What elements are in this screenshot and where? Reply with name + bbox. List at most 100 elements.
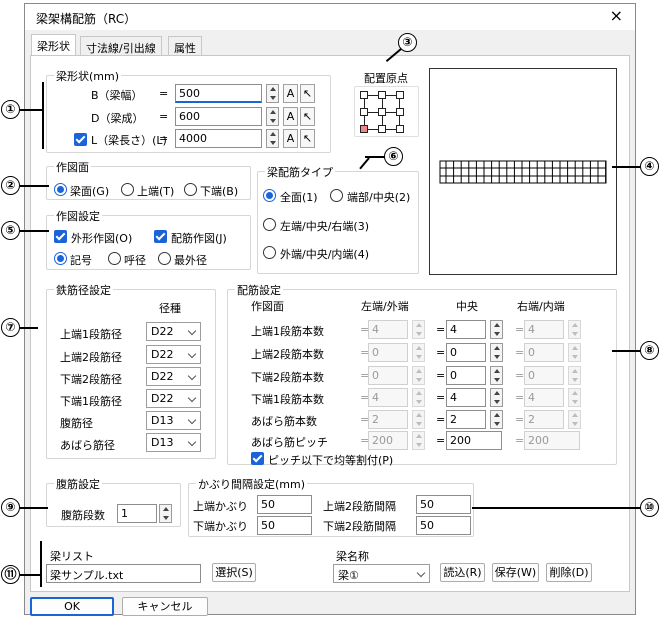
- width-input[interactable]: 500: [175, 84, 262, 103]
- length-eq: =: [159, 132, 169, 145]
- length-input[interactable]: 4000: [175, 129, 262, 148]
- length-pick-icon[interactable]: ↖: [300, 129, 315, 148]
- origin-mid-left[interactable]: [360, 108, 368, 116]
- face-beam-radio[interactable]: [54, 183, 67, 196]
- delete-button[interactable]: 削除(D): [546, 563, 592, 582]
- length-label: L（梁長さ）(L): [91, 134, 167, 147]
- read-button[interactable]: 読込(R): [440, 563, 485, 582]
- mark-nominal-radio[interactable]: [108, 252, 121, 265]
- arr-right-spinner: [568, 388, 581, 407]
- pitch-label: ピッチ以下で均等割付(P): [268, 454, 394, 467]
- type-lcr-radio[interactable]: [263, 218, 276, 231]
- rebar-draw-checkbox[interactable]: [154, 230, 167, 243]
- origin-bottom-right[interactable]: [396, 125, 404, 133]
- mark-symbol-radio[interactable]: [54, 252, 67, 265]
- cover-bottom2-input[interactable]: 50: [416, 516, 471, 535]
- arr-mid-input[interactable]: 0: [446, 366, 486, 385]
- arr-mid-input[interactable]: 4: [446, 388, 486, 407]
- origin-top-center[interactable]: [378, 91, 386, 99]
- callout-1: ①: [1, 100, 20, 119]
- origin-mid-right[interactable]: [396, 108, 404, 116]
- face-beam-label: 梁面(G): [70, 185, 110, 198]
- origin-mid-center[interactable]: [378, 108, 386, 116]
- dia-bot1-label: 下端1段筋径: [60, 395, 122, 408]
- depth-spinner[interactable]: [266, 107, 279, 126]
- arr-mid-spinner[interactable]: [490, 410, 503, 429]
- arr-mid-input[interactable]: 4: [446, 320, 486, 339]
- type-end-center-radio[interactable]: [330, 189, 343, 202]
- arr-left-input: 2: [368, 410, 408, 429]
- arr-mid-spinner[interactable]: [490, 388, 503, 407]
- depth-input[interactable]: 600: [175, 107, 262, 126]
- arr-mid-spinner[interactable]: [490, 343, 503, 362]
- outline-checkbox[interactable]: [54, 230, 67, 243]
- cover-top-input[interactable]: 50: [257, 495, 312, 514]
- close-icon[interactable]: ×: [610, 6, 623, 25]
- origin-top-right[interactable]: [396, 91, 404, 99]
- beam-name-select[interactable]: 梁①: [333, 564, 430, 583]
- web-count-spinner[interactable]: [159, 504, 172, 523]
- dia-bot2-select[interactable]: D22: [146, 367, 201, 386]
- origin-bottom-center[interactable]: [378, 125, 386, 133]
- cancel-button[interactable]: キャンセル: [122, 597, 208, 616]
- dia-stirrup-label: あばら筋径: [60, 439, 115, 452]
- arr-mid-input[interactable]: 200: [446, 431, 502, 450]
- save-button[interactable]: 保存(W): [492, 563, 539, 582]
- ok-button[interactable]: OK: [30, 597, 114, 616]
- callout-1-bracket: [42, 82, 44, 149]
- arr-mid-eq: =: [436, 346, 446, 359]
- arr-mid-input[interactable]: 0: [446, 343, 486, 362]
- arr-mid-input[interactable]: 2: [446, 410, 486, 429]
- outline-label: 外形作図(O): [71, 232, 133, 245]
- type-full-radio[interactable]: [263, 189, 276, 202]
- draw-face-label: 作図面: [54, 159, 91, 175]
- type-oci-radio[interactable]: [263, 246, 276, 259]
- draw-setting-label: 作図設定: [54, 208, 102, 224]
- beam-list-file-input[interactable]: 梁サンプル.txt: [46, 564, 201, 583]
- callout-2: ②: [1, 176, 20, 195]
- pitch-checkbox[interactable]: [251, 452, 264, 465]
- arr-left-spinner: [412, 410, 425, 429]
- width-pick-icon[interactable]: ↖: [300, 84, 315, 103]
- arr-left-spinner: [412, 388, 425, 407]
- arr-mid-spinner[interactable]: [490, 366, 503, 385]
- arr-left-input: 4: [368, 388, 408, 407]
- mark-outer-radio[interactable]: [158, 252, 171, 265]
- width-a-button[interactable]: A: [283, 84, 298, 103]
- face-top-radio[interactable]: [121, 183, 134, 196]
- arr-mid-spinner[interactable]: [490, 320, 503, 339]
- preview-area: [429, 68, 617, 275]
- cover-bottom-input[interactable]: 50: [257, 516, 312, 535]
- callout-2-line: [20, 185, 49, 187]
- select-file-button[interactable]: 選択(S): [212, 563, 256, 582]
- depth-a-button[interactable]: A: [283, 107, 298, 126]
- dia-stirrup-select[interactable]: D13: [146, 433, 201, 452]
- origin-top-left[interactable]: [360, 91, 368, 99]
- arr-mid-eq: =: [436, 323, 446, 336]
- dia-bot1-select[interactable]: D22: [146, 389, 201, 408]
- dia-top2-select[interactable]: D22: [146, 345, 201, 364]
- face-bottom-radio[interactable]: [184, 183, 197, 196]
- tab-attributes[interactable]: 属性: [168, 36, 202, 56]
- dia-web-select[interactable]: D13: [146, 411, 201, 430]
- width-spinner[interactable]: [266, 84, 279, 103]
- beam-name-label: 梁名称: [336, 550, 369, 563]
- length-a-button[interactable]: A: [283, 129, 298, 148]
- tab-dimension[interactable]: 寸法線/引出線: [80, 36, 162, 56]
- cover-top-label: 上端かぶり: [193, 500, 248, 513]
- arr-right-spinner: [568, 343, 581, 362]
- depth-pick-icon[interactable]: ↖: [300, 107, 315, 126]
- arr-row-label: あばら筋ピッチ: [251, 436, 328, 449]
- web-count-input[interactable]: 1: [117, 504, 157, 523]
- dia-top1-select[interactable]: D22: [146, 322, 201, 341]
- length-spinner[interactable]: [266, 129, 279, 148]
- length-checkbox[interactable]: [74, 133, 87, 146]
- dia-top2-label: 上端2段筋径: [60, 351, 122, 364]
- tab-beam-shape[interactable]: 梁形状: [31, 34, 76, 56]
- depth-eq: =: [159, 110, 169, 123]
- face-bottom-label: 下端(B): [200, 185, 239, 198]
- origin-label: 配置原点: [364, 72, 408, 85]
- cover-top2-input[interactable]: 50: [416, 495, 471, 514]
- arr-left-input: 0: [368, 366, 408, 385]
- origin-bottom-left-selected[interactable]: [360, 125, 368, 133]
